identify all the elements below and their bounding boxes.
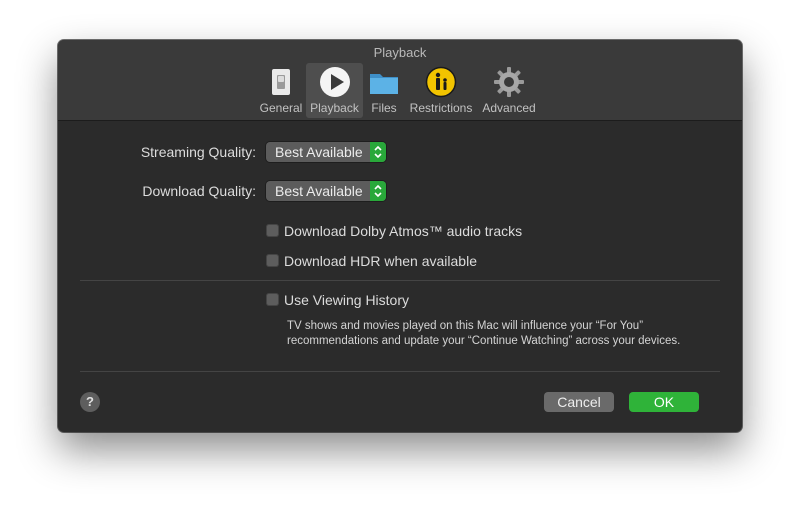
chevron-updown-icon xyxy=(374,145,382,159)
window-title: Playback xyxy=(373,45,427,60)
download-quality-stepper xyxy=(370,181,386,201)
tab-files-label: Files xyxy=(371,101,397,115)
hdr-checkbox[interactable] xyxy=(266,254,279,267)
divider xyxy=(80,280,720,281)
download-quality-value: Best Available xyxy=(275,183,363,199)
play-icon xyxy=(319,67,350,97)
help-button[interactable]: ? xyxy=(80,392,100,412)
folder-icon xyxy=(370,74,398,94)
general-switch-icon xyxy=(272,69,290,95)
dolby-atmos-checkbox[interactable] xyxy=(266,224,279,237)
dolby-atmos-label[interactable]: Download Dolby Atmos™ audio tracks xyxy=(284,223,522,239)
viewing-history-description: TV shows and movies played on this Mac w… xyxy=(287,320,681,347)
viewing-history-checkbox[interactable] xyxy=(266,293,279,306)
tab-general-label: General xyxy=(259,101,303,115)
tab-restrictions-label: Restrictions xyxy=(409,101,473,115)
streaming-quality-select[interactable]: Best Available xyxy=(266,142,386,162)
download-quality-select[interactable]: Best Available xyxy=(266,181,386,201)
viewing-history-label[interactable]: Use Viewing History xyxy=(284,292,409,308)
cancel-button[interactable]: Cancel xyxy=(544,392,614,412)
parental-restrictions-icon xyxy=(425,66,457,98)
titlebar: Playback General Playback Files Restrict… xyxy=(58,40,742,121)
gear-icon xyxy=(494,67,524,97)
hdr-label[interactable]: Download HDR when available xyxy=(284,253,477,269)
streaming-quality-label: Streaming Quality: xyxy=(140,144,256,160)
preferences-window: Playback General Playback Files Restrict… xyxy=(58,40,742,432)
tab-advanced[interactable]: Advanced xyxy=(480,63,538,118)
divider xyxy=(80,371,720,372)
tab-general[interactable]: General xyxy=(258,63,304,118)
tab-playback-label: Playback xyxy=(310,101,359,115)
tab-advanced-label: Advanced xyxy=(482,101,536,115)
download-quality-label: Download Quality: xyxy=(142,183,256,199)
ok-button[interactable]: OK xyxy=(629,392,699,412)
preferences-toolbar: General Playback Files Restrictions Adva… xyxy=(58,63,742,118)
streaming-quality-value: Best Available xyxy=(275,144,363,160)
tab-restrictions[interactable]: Restrictions xyxy=(407,63,475,118)
tab-files[interactable]: Files xyxy=(366,63,402,118)
chevron-updown-icon xyxy=(374,184,382,198)
tab-playback[interactable]: Playback xyxy=(306,63,363,118)
streaming-quality-stepper xyxy=(370,142,386,162)
